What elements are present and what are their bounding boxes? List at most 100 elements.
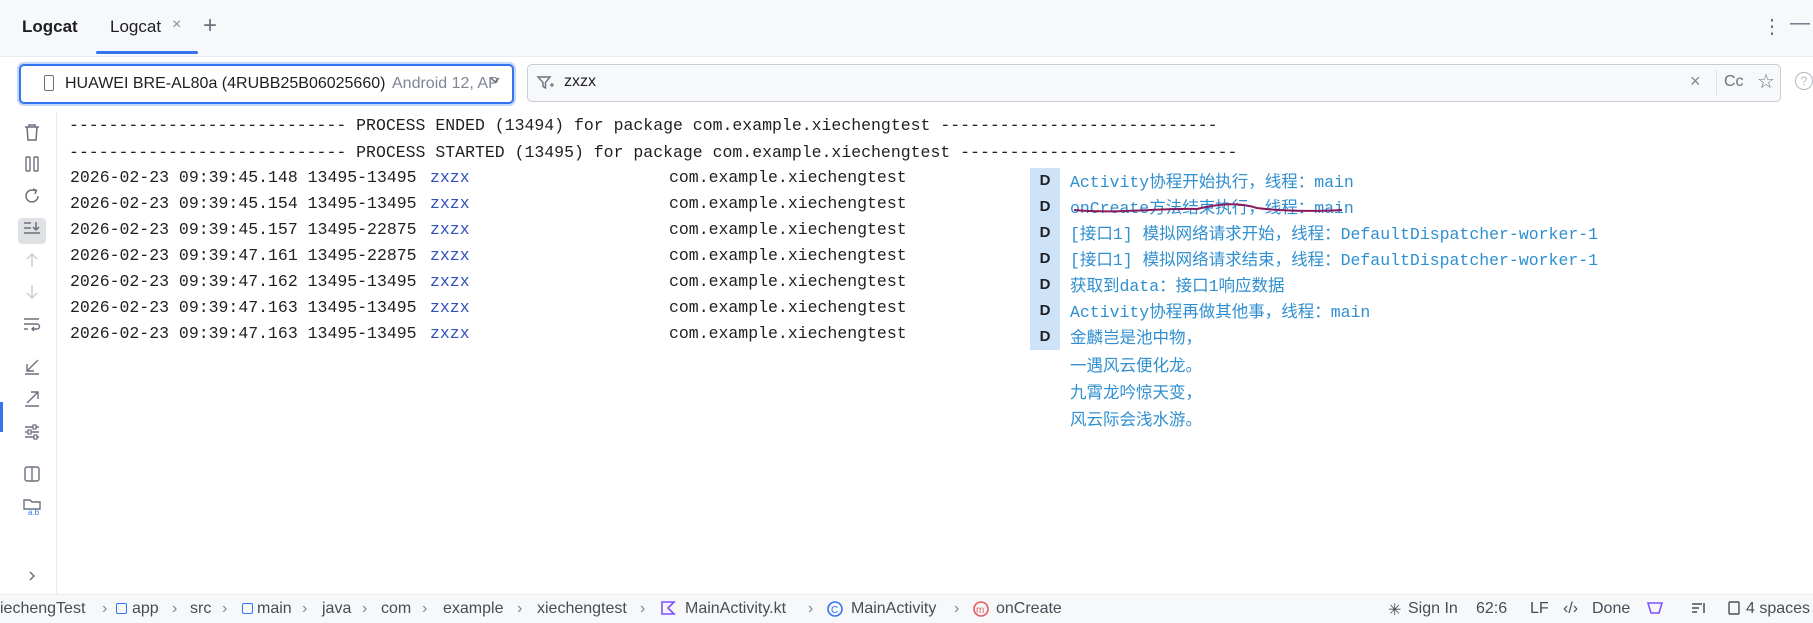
log-level-badge: D — [1030, 168, 1060, 194]
down-arrow-icon[interactable] — [18, 282, 46, 308]
breadcrumb-separator-icon: › — [808, 600, 814, 617]
svg-text:a.b: a.b — [28, 508, 40, 516]
breadcrumb-separator-icon: › — [422, 600, 428, 617]
tab-label: Logcat — [110, 17, 162, 36]
log-row[interactable]: 2026-02-23 09:39:45.157 13495-22875 zxzx… — [57, 220, 1813, 246]
log-row[interactable]: 2026-02-23 09:39:45.148 13495-13495 zxzx… — [57, 168, 1813, 194]
log-message-continuation: 一遇风云便化龙。 — [1070, 357, 1202, 376]
split-icon[interactable] — [18, 464, 46, 490]
copilot-icon[interactable] — [1646, 600, 1664, 621]
breadcrumb-separator-icon: › — [640, 600, 646, 617]
log-message-continuation: 九霄龙吟惊天变， — [1070, 384, 1202, 403]
log-level-badge: D — [1030, 272, 1060, 298]
log-timestamp: 2026-02-23 09:39:47.161 13495-22875 — [70, 246, 417, 265]
log-timestamp: 2026-02-23 09:39:45.148 13495-13495 — [70, 168, 417, 187]
filter-query[interactable]: zxzx — [564, 73, 596, 91]
breadcrumb-xiechengtest[interactable]: xiechengtest — [537, 600, 627, 618]
tool-window-title: Logcat — [22, 17, 78, 36]
pause-icon[interactable] — [18, 154, 46, 180]
indent-setting[interactable]: 4 spaces — [1746, 600, 1810, 618]
process-started-line: ---------------------------- PROCESS STA… — [69, 143, 1238, 162]
log-timestamp: 2026-02-23 09:39:45.157 13495-22875 — [70, 220, 417, 239]
log-tag: zxzx — [430, 298, 470, 317]
log-message: [接口1] 模拟网络请求开始，线程：DefaultDispatcher-work… — [1070, 225, 1599, 244]
breadcrumb-main[interactable]: main — [257, 600, 292, 618]
log-level-badge: D — [1030, 324, 1060, 350]
sign-in-icon: ✳ — [1388, 602, 1402, 619]
done-status[interactable]: Done — [1592, 600, 1630, 618]
device-os: Android 12, AP — [392, 75, 499, 92]
folder-ab-icon[interactable]: a.b — [18, 496, 46, 522]
breadcrumb-src[interactable]: src — [190, 600, 211, 618]
phone-icon — [44, 75, 54, 91]
filter-icon[interactable] — [536, 73, 556, 93]
logcat-output[interactable]: ---------------------------- PROCESS END… — [57, 112, 1813, 594]
close-tab-icon[interactable]: × — [172, 16, 181, 34]
inspection-icon[interactable] — [1690, 600, 1708, 621]
breadcrumb-project[interactable]: iechengTest — [0, 600, 85, 618]
log-package: com.example.xiechengtest — [669, 324, 907, 343]
scroll-to-end-icon[interactable] — [18, 218, 46, 244]
log-tag: zxzx — [430, 324, 470, 343]
active-side-indicator — [0, 402, 3, 432]
favorite-filter-icon[interactable]: ☆ — [1757, 69, 1775, 94]
breadcrumb-separator-icon: › — [954, 600, 960, 617]
clear-filter-icon[interactable]: × — [1690, 71, 1701, 92]
restart-icon[interactable] — [18, 186, 46, 212]
more-options-icon[interactable]: ⋮ — [1762, 14, 1782, 39]
log-row[interactable]: 2026-02-23 09:39:45.154 13495-13495 zxzx… — [57, 194, 1813, 220]
log-message: 金麟岂是池中物， — [1070, 329, 1202, 348]
log-tag: zxzx — [430, 194, 470, 213]
collapse-icon[interactable] — [18, 356, 46, 382]
logcat-filter-field[interactable]: zxzx × Cc ☆ — [527, 64, 1781, 102]
log-row[interactable]: 2026-02-23 09:39:47.161 13495-22875 zxzx… — [57, 246, 1813, 272]
log-row[interactable]: 2026-02-23 09:39:47.163 13495-13495 zxzx… — [57, 298, 1813, 324]
breadcrumb-file[interactable]: MainActivity.kt — [685, 600, 786, 618]
log-timestamp: 2026-02-23 09:39:47.163 13495-13495 — [70, 298, 417, 317]
logcat-side-toolbar: a.b — [0, 112, 57, 594]
device-name: HUAWEI BRE-AL80a (4RUBB25B06025660) — [65, 75, 386, 92]
settings-icon[interactable] — [18, 422, 46, 448]
log-package: com.example.xiechengtest — [669, 272, 907, 291]
trash-icon[interactable] — [18, 122, 46, 148]
line-ending[interactable]: LF — [1530, 600, 1549, 618]
log-row[interactable]: 2026-02-23 09:39:47.163 13495-13495 zxzx… — [57, 324, 1813, 350]
breadcrumb-class[interactable]: MainActivity — [851, 600, 936, 618]
log-message: Activity协程开始执行，线程：main — [1070, 173, 1354, 192]
svg-text:C: C — [831, 605, 838, 616]
breadcrumb-separator-icon: › — [362, 600, 368, 617]
help-icon[interactable]: ? — [1795, 72, 1813, 90]
log-message: [接口1] 模拟网络请求结束，线程：DefaultDispatcher-work… — [1070, 251, 1599, 270]
tab-logcat[interactable]: Logcat × — [96, 0, 198, 54]
breadcrumb-example[interactable]: example — [443, 600, 503, 618]
log-package: com.example.xiechengtest — [669, 220, 907, 239]
log-row[interactable]: 2026-02-23 09:39:47.162 13495-13495 zxzx… — [57, 272, 1813, 298]
log-message: Activity协程再做其他事，线程：main — [1070, 303, 1371, 322]
breadcrumb-com[interactable]: com — [381, 600, 411, 618]
log-level-badge: D — [1030, 194, 1060, 220]
match-case-toggle[interactable]: Cc — [1724, 73, 1744, 91]
breadcrumb-java[interactable]: java — [322, 600, 351, 618]
up-arrow-icon[interactable] — [18, 250, 46, 276]
breadcrumb-app[interactable]: app — [132, 600, 159, 618]
caret-position[interactable]: 62:6 — [1476, 600, 1507, 618]
breadcrumb-separator-icon: › — [517, 600, 523, 617]
log-tag: zxzx — [430, 246, 470, 265]
module-icon — [116, 600, 127, 618]
divider — [1716, 70, 1717, 96]
active-tab-indicator — [96, 51, 198, 54]
breadcrumb-method[interactable]: onCreate — [996, 600, 1062, 618]
sign-in-link[interactable]: Sign In — [1408, 600, 1458, 618]
more-chevron-icon[interactable] — [18, 564, 46, 590]
minimize-icon[interactable]: — — [1790, 12, 1810, 35]
log-level-badge: D — [1030, 220, 1060, 246]
method-icon: m — [972, 600, 990, 623]
breadcrumb-separator-icon: › — [172, 600, 178, 617]
log-level-badge: D — [1030, 246, 1060, 272]
add-tab-icon[interactable]: + — [203, 12, 217, 40]
svg-text:m: m — [976, 605, 984, 616]
process-ended-line: ---------------------------- PROCESS END… — [69, 116, 1218, 135]
device-selector[interactable]: HUAWEI BRE-AL80a (4RUBB25B06025660) Andr… — [19, 64, 514, 104]
expand-icon[interactable] — [18, 388, 46, 414]
soft-wrap-icon[interactable] — [18, 314, 46, 340]
